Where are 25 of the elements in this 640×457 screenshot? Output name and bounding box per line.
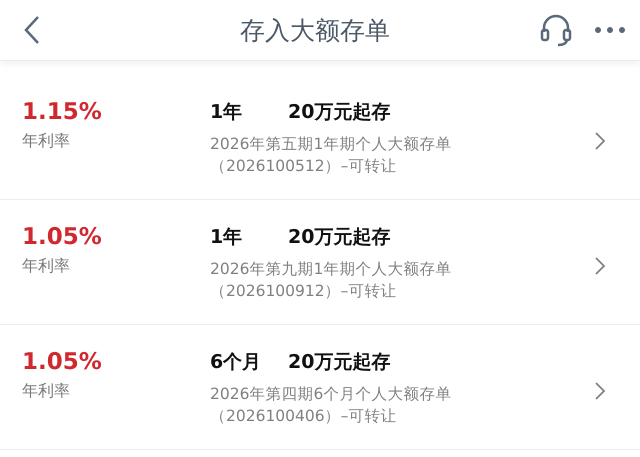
chevron-right-icon[interactable] <box>594 131 606 151</box>
back-icon[interactable] <box>22 15 42 45</box>
headset-icon[interactable] <box>538 12 574 48</box>
product-code: （2026100512）–可转让 <box>210 156 398 177</box>
rate-label: 年利率 <box>22 131 71 152</box>
rate-label: 年利率 <box>22 256 71 277</box>
interest-rate: 1.15% <box>22 99 103 125</box>
rate-label: 年利率 <box>22 381 71 402</box>
interest-rate: 1.05% <box>22 224 103 250</box>
interest-rate: 1.05% <box>22 349 103 375</box>
minimum-deposit: 20万元起存 <box>288 350 390 375</box>
chevron-right-icon[interactable] <box>594 381 606 401</box>
product-name: 2026年第九期1年期个人大额存单 <box>210 259 452 280</box>
term: 1年 <box>210 100 244 125</box>
chevron-right-icon[interactable] <box>594 256 606 276</box>
product-code: （2026100912）–可转让 <box>210 281 398 302</box>
term: 6个月 <box>210 350 262 375</box>
product-name: 2026年第四期6个月个人大额存单 <box>210 384 452 405</box>
product-name: 2026年第五期1年期个人大额存单 <box>210 134 452 155</box>
page-title: 存入大额存单 <box>239 14 391 46</box>
product-code: （2026100406）–可转让 <box>210 406 398 427</box>
term: 1年 <box>210 225 244 250</box>
more-icon[interactable] <box>594 25 626 35</box>
minimum-deposit: 20万元起存 <box>288 225 390 250</box>
minimum-deposit: 20万元起存 <box>288 100 390 125</box>
